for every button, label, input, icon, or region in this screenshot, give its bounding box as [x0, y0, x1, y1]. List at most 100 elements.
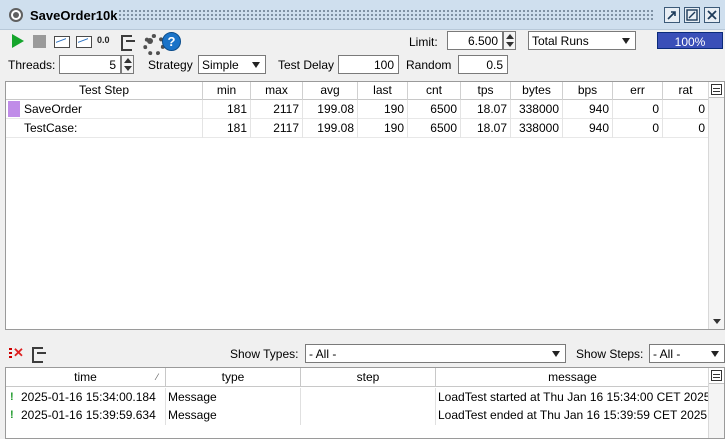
random-label: Random	[406, 58, 452, 72]
show-steps-select[interactable]: - All -	[649, 344, 725, 363]
title-grip	[118, 9, 653, 21]
threads-field[interactable]: 5	[59, 55, 121, 74]
table-cell: 6500	[408, 119, 461, 138]
column-header[interactable]: step	[301, 368, 436, 387]
column-header[interactable]: err	[613, 82, 663, 100]
table-cell: 0	[663, 100, 709, 119]
strategy-label: Strategy	[148, 58, 193, 72]
threads-spinner[interactable]	[121, 55, 134, 74]
chevron-down-icon	[552, 351, 560, 357]
table-cell: 181	[203, 100, 251, 119]
log-row[interactable]: ! 2025-01-16 15:34:00.184 Message LoadTe…	[6, 388, 710, 407]
test-delay-field[interactable]: 100	[338, 55, 399, 74]
strategy-value: Simple	[202, 58, 239, 72]
dock-icon[interactable]	[664, 7, 680, 23]
log-toolbar: ✕ Show Types: - All - Show Steps: - All …	[0, 343, 725, 365]
test-step-name: TestCase:	[6, 119, 203, 138]
table-cell: 940	[563, 119, 613, 138]
table-cell: 2117	[251, 100, 303, 119]
run-icon[interactable]	[8, 32, 26, 50]
column-header[interactable]: bps	[563, 82, 613, 100]
limit-label: Limit:	[409, 35, 438, 49]
column-header[interactable]: tps	[461, 82, 511, 100]
stop-icon[interactable]	[31, 32, 49, 50]
column-header[interactable]: max	[251, 82, 303, 100]
strategy-select[interactable]: Simple	[198, 55, 266, 74]
title-bar: SaveOrder10k	[0, 0, 725, 30]
column-config-button[interactable]	[709, 82, 724, 98]
show-steps-value: - All -	[653, 347, 681, 361]
random-field[interactable]: 0.5	[458, 55, 508, 74]
limit-type-select[interactable]: Total Runs	[528, 31, 636, 50]
log-message: LoadTest ended at Thu Jan 16 15:39:59 CE…	[436, 406, 710, 425]
table-cell: 18.07	[461, 119, 511, 138]
window-title: SaveOrder10k	[30, 8, 118, 23]
log-table: time ⁄ type step message ! 2025-01-16 15…	[5, 367, 725, 439]
table-cell: 0	[613, 100, 663, 119]
statistics-graph-icon[interactable]	[53, 32, 71, 50]
table-cell: 199.08	[303, 100, 358, 119]
close-icon[interactable]	[704, 7, 720, 23]
export-log-icon[interactable]	[31, 346, 47, 363]
table-cell: 0	[663, 119, 709, 138]
table-row[interactable]: SaveOrder 181 2117 199.08 190 6500 18.07…	[6, 100, 709, 119]
test-step-name: SaveOrder	[6, 100, 203, 119]
statistics-header: Test Step min max avg last cnt tps bytes…	[6, 82, 709, 100]
history-graph-icon[interactable]	[75, 32, 93, 50]
table-cell: 190	[358, 119, 408, 138]
limit-spinner[interactable]	[503, 31, 516, 50]
table-cell: 190	[358, 100, 408, 119]
show-steps-label: Show Steps:	[576, 347, 644, 361]
table-row[interactable]: TestCase: 181 2117 199.08 190 6500 18.07…	[6, 119, 709, 138]
loadtest-icon	[9, 8, 23, 22]
table-cell: 18.07	[461, 100, 511, 119]
gear-icon[interactable]	[141, 32, 165, 56]
column-config-icon	[711, 370, 722, 381]
log-type: Message	[166, 406, 301, 425]
column-header[interactable]: time ⁄	[6, 368, 166, 387]
statistics-table: Test Step min max avg last cnt tps bytes…	[5, 81, 725, 330]
column-header[interactable]: cnt	[408, 82, 461, 100]
column-header[interactable]: avg	[303, 82, 358, 100]
table-cell: 199.08	[303, 119, 358, 138]
table-cell: 181	[203, 119, 251, 138]
maximize-icon[interactable]	[684, 7, 700, 23]
table-cell: 338000	[511, 100, 563, 119]
help-icon[interactable]: ?	[162, 32, 181, 51]
test-delay-label: Test Delay	[278, 58, 335, 72]
show-types-value: - All -	[309, 347, 337, 361]
reset-stats-icon[interactable]: 0.0	[97, 35, 117, 53]
progress-text: 100%	[674, 35, 706, 49]
column-header[interactable]: Test Step	[6, 82, 203, 100]
show-types-label: Show Types:	[230, 347, 299, 361]
table-cell: 0	[613, 119, 663, 138]
table-cell: 338000	[511, 119, 563, 138]
log-row[interactable]: ! 2025-01-16 15:39:59.634 Message LoadTe…	[6, 406, 710, 425]
show-types-select[interactable]: - All -	[305, 344, 566, 363]
export-icon[interactable]	[119, 32, 137, 51]
threads-label: Threads:	[8, 58, 56, 72]
column-header[interactable]: last	[358, 82, 408, 100]
chevron-down-icon	[622, 38, 630, 44]
clear-log-icon[interactable]: ✕	[9, 345, 25, 361]
chevron-down-icon	[252, 62, 260, 68]
column-header[interactable]: message	[436, 368, 710, 387]
log-time: 2025-01-16 15:39:59.634	[6, 406, 166, 425]
log-step	[301, 388, 436, 407]
log-scrollbar[interactable]	[708, 368, 724, 438]
table-cell: 2117	[251, 119, 303, 138]
log-message: LoadTest started at Thu Jan 16 15:34:00 …	[436, 388, 710, 407]
scroll-down-icon[interactable]	[709, 313, 724, 329]
log-time: 2025-01-16 15:34:00.184	[6, 388, 166, 407]
vertical-scrollbar[interactable]	[708, 82, 724, 329]
column-config-icon	[711, 84, 722, 95]
limit-type-value: Total Runs	[532, 34, 589, 48]
column-header[interactable]: min	[203, 82, 251, 100]
log-step	[301, 406, 436, 425]
column-header[interactable]: rat	[663, 82, 709, 100]
limit-field[interactable]: 6.500	[447, 31, 503, 50]
log-header-time: time	[74, 370, 97, 384]
column-header[interactable]: type	[166, 368, 301, 387]
column-header[interactable]: bytes	[511, 82, 563, 100]
log-column-config-button[interactable]	[709, 368, 724, 384]
